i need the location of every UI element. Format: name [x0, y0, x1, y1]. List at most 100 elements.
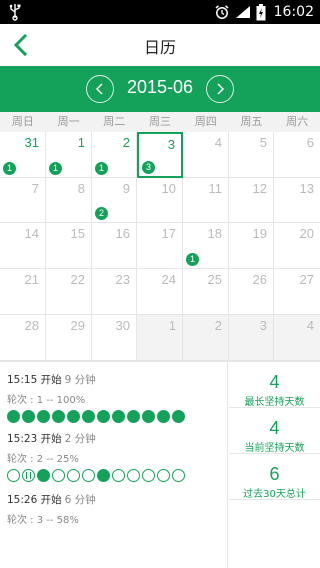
day-number: 6 [306, 135, 314, 150]
session-rounds: 轮次 : 1 -- 100% [7, 395, 86, 406]
calendar-day-cell[interactable]: 21 [92, 132, 137, 178]
round-dot [172, 410, 185, 423]
calendar-day-cell[interactable]: 31 1 [0, 132, 46, 178]
day-number: 29 [70, 318, 85, 333]
calendar-day-cell[interactable]: 25 [183, 269, 229, 315]
calendar-day-cell[interactable]: 20 [274, 223, 320, 269]
calendar-day-cell[interactable]: 5 [229, 132, 274, 178]
stat-label: 当前坚持天数 [244, 443, 305, 454]
calendar-day-cell[interactable]: 26 [229, 269, 274, 315]
day-number: 4 [306, 318, 314, 333]
day-number: 1 [168, 318, 176, 333]
weekday-label: 周二 [103, 115, 126, 128]
page-title: 日历 [143, 38, 176, 57]
calendar-day-cell[interactable]: 6 [274, 132, 320, 178]
session-count-badge: 1 [3, 162, 16, 175]
day-number: 18 [207, 226, 222, 241]
calendar-day-cell[interactable]: 17 [137, 223, 183, 269]
signal-icon [235, 6, 250, 18]
session-duration: 6 分钟 [64, 494, 96, 506]
session-list[interactable]: 15:15 开始 9 分钟 轮次 : 1 -- 100% 15:23 开始 2 分钟 轮次… [0, 362, 228, 568]
calendar-day-cell[interactable]: 8 [46, 178, 92, 223]
round-dot [37, 410, 50, 423]
session-item[interactable]: 15:26 开始 6 分钟 轮次 : 3 -- 58% [7, 492, 225, 526]
stat-block: 4 当前坚持天数 [229, 408, 320, 454]
round-dot [7, 410, 20, 423]
calendar-day-cell[interactable]: 27 [274, 269, 320, 315]
calendar-day-cell[interactable]: 11 [46, 132, 92, 178]
calendar-day-cell[interactable]: 10 [137, 178, 183, 223]
day-number: 28 [24, 318, 39, 333]
session-count-badge: 1 [49, 162, 62, 175]
stats-panel: 4 最长坚持天数 4 当前坚持天数 6 过去30天总计 [229, 362, 320, 568]
calendar-day-cell[interactable]: 21 [0, 269, 46, 315]
calendar-day-cell[interactable]: 19 [229, 223, 274, 269]
calendar-day-cell[interactable]: 2 [183, 315, 229, 361]
day-number: 21 [24, 272, 39, 287]
status-time: 16:02 [273, 4, 314, 20]
day-number: 8 [77, 181, 85, 196]
bottom-panel: 15:15 开始 9 分钟 轮次 : 1 -- 100% 15:23 开始 2 分钟 轮次… [0, 361, 320, 568]
day-number: 20 [299, 226, 314, 241]
day-number: 11 [208, 181, 223, 196]
status-icons: 16:02 [214, 0, 314, 24]
calendar-day-cell[interactable]: 14 [0, 223, 46, 269]
round-progress-dots [7, 469, 225, 482]
battery-icon [256, 3, 266, 20]
session-item[interactable]: 15:15 开始 9 分钟 轮次 : 1 -- 100% [7, 372, 225, 423]
round-dot [52, 410, 65, 423]
stat-value: 6 [269, 464, 280, 484]
chevron-right-icon [217, 83, 225, 95]
calendar-day-cell[interactable]: 18 1 [183, 223, 229, 269]
round-dot [82, 469, 95, 482]
day-number: 22 [70, 272, 85, 287]
calendar-day-cell[interactable]: 16 [92, 223, 137, 269]
calendar-day-cell[interactable]: 24 [137, 269, 183, 315]
day-number: 4 [214, 135, 222, 150]
calendar-day-cell[interactable]: 7 [0, 178, 46, 223]
round-dot [112, 410, 125, 423]
calendar-day-cell[interactable]: 92 [92, 178, 137, 223]
round-progress-dots [7, 410, 225, 423]
round-dot [67, 469, 80, 482]
calendar-day-cell[interactable]: 11 [183, 178, 229, 223]
day-number: 5 [259, 135, 267, 150]
day-number: 31 [24, 135, 39, 150]
calendar-day-cell[interactable]: 28 [0, 315, 46, 361]
round-dot [82, 410, 95, 423]
calendar-day-cell[interactable]: 29 [46, 315, 92, 361]
calendar-day-cell[interactable]: 12 [229, 178, 274, 223]
day-number: 7 [31, 181, 39, 196]
session-rounds: 轮次 : 2 -- 25% [7, 454, 79, 465]
round-dot [22, 410, 35, 423]
status-bar: 16:02 [0, 0, 320, 24]
round-dot [22, 469, 35, 482]
session-item[interactable]: 15:23 开始 2 分钟 轮次 : 2 -- 25% [7, 431, 225, 482]
stat-label: 过去30天总计 [243, 489, 306, 500]
calendar-day-cell[interactable]: 3 [229, 315, 274, 361]
usb-icon [9, 4, 21, 21]
month-header: 2015-06 [0, 66, 320, 112]
calendar-day-cell[interactable]: 4 [183, 132, 229, 178]
day-number: 23 [115, 272, 130, 287]
stat-block: 6 过去30天总计 [229, 454, 320, 500]
round-dot [97, 469, 110, 482]
session-header: 15:26 开始 6 分钟 [7, 492, 225, 507]
weekday-label: 周日 [11, 115, 34, 128]
calendar-day-cell[interactable]: 4 [274, 315, 320, 361]
calendar-day-cell[interactable]: 13 [274, 178, 320, 223]
calendar-day-cell[interactable]: 15 [46, 223, 92, 269]
day-number: 3 [259, 318, 267, 333]
calendar-day-cell[interactable]: 23 [92, 269, 137, 315]
weekday-label: 周五 [240, 115, 263, 128]
calendar-day-cell[interactable]: 30 [92, 315, 137, 361]
next-month-button[interactable] [206, 75, 234, 103]
calendar-day-cell[interactable]: 1 [137, 315, 183, 361]
calendar-day-cell[interactable]: 33 [137, 132, 183, 178]
stat-value: 4 [269, 418, 280, 438]
day-number: 13 [299, 181, 314, 196]
day-number: 19 [252, 226, 267, 241]
round-dot [7, 469, 20, 482]
round-dot [52, 469, 65, 482]
calendar-day-cell[interactable]: 22 [46, 269, 92, 315]
